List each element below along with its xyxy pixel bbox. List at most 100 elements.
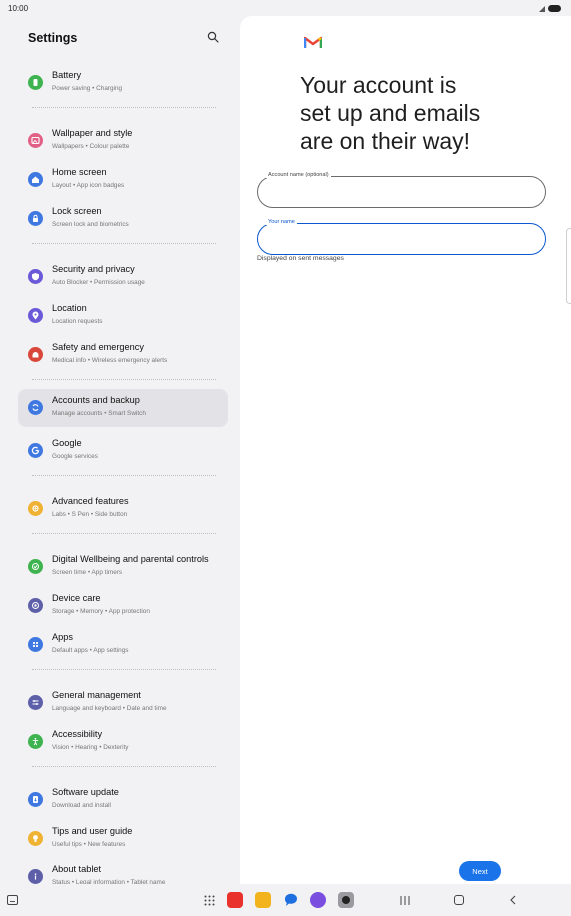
signal-icon [539, 6, 545, 12]
settings-pane: Settings Battery Power saving • Charging… [0, 16, 240, 886]
settings-item-title: About tablet [52, 864, 102, 874]
settings-item-title: Advanced features [52, 496, 129, 506]
settings-item-title: Software update [52, 787, 119, 797]
settings-item-subtitle: Medical info • Wireless emergency alerts [52, 357, 168, 364]
app-drawer-icon[interactable] [204, 895, 215, 906]
settings-item-safety[interactable]: Safety and emergency Medical info • Wire… [18, 336, 228, 374]
settings-item-wallpaper[interactable]: Wallpaper and style Wallpapers • Colour … [18, 122, 228, 160]
gmail-logo-icon [304, 36, 322, 48]
home-icon[interactable] [454, 895, 464, 905]
back-icon[interactable] [509, 895, 517, 905]
account-name-input[interactable] [258, 177, 545, 207]
settings-item-title: Apps [52, 632, 73, 642]
settings-item-subtitle: Labs • S Pen • Side button [52, 511, 128, 518]
settings-item-title: Accessibility [52, 729, 103, 739]
settings-item-subtitle: Screen lock and biometrics [52, 221, 129, 228]
settings-item-software-update[interactable]: Software update Download and install [18, 781, 228, 819]
settings-item-title: General management [52, 690, 141, 700]
settings-item-title: Lock screen [52, 206, 102, 216]
settings-item-title: Accounts and backup [52, 395, 140, 405]
settings-item-subtitle: Power saving • Charging [52, 85, 123, 92]
settings-item-accounts[interactable]: Accounts and backup Manage accounts • Sm… [18, 389, 228, 427]
lock-icon [28, 211, 43, 226]
wellbeing-icon [28, 559, 43, 574]
status-time: 10:00 [8, 4, 29, 13]
google-icon [28, 443, 43, 458]
settings-item-title: Wallpaper and style [52, 128, 133, 138]
settings-item-subtitle: Default apps • App settings [52, 647, 129, 654]
settings-item-subtitle: Layout • App icon badges [52, 182, 125, 189]
settings-item-title: Location [52, 303, 87, 313]
divider [32, 533, 216, 534]
wallpaper-icon [28, 133, 43, 148]
settings-item-lock-screen[interactable]: Lock screen Screen lock and biometrics [18, 200, 228, 238]
dock-app-internet[interactable] [310, 892, 326, 908]
settings-item-google[interactable]: Google Google services [18, 432, 228, 470]
settings-item-subtitle: Google services [52, 453, 98, 460]
divider [32, 669, 216, 670]
settings-item-general[interactable]: General management Language and keyboard… [18, 684, 228, 722]
next-button[interactable]: Next [459, 861, 501, 881]
account-name-field[interactable]: Account name (optional) [257, 172, 546, 208]
location-pin-icon [28, 308, 43, 323]
navigation-bar [0, 884, 571, 916]
settings-item-subtitle: Download and install [52, 802, 111, 809]
shield-icon [28, 269, 43, 284]
divider [32, 766, 216, 767]
dock-app-camera[interactable] [338, 892, 354, 908]
apps-icon [28, 637, 43, 652]
setup-heading: Your account is set up and emails are on… [300, 72, 481, 154]
settings-item-subtitle: Manage accounts • Smart Switch [52, 410, 146, 417]
settings-item-accessibility[interactable]: Accessibility Vision • Hearing • Dexteri… [18, 723, 228, 761]
settings-item-advanced[interactable]: Advanced features Labs • S Pen • Side bu… [18, 490, 228, 528]
dock-app-red[interactable] [227, 892, 243, 908]
update-icon [28, 792, 43, 807]
search-icon[interactable] [207, 31, 219, 43]
settings-item-title: Home screen [52, 167, 107, 177]
battery-status-icon [548, 5, 561, 12]
settings-item-tips[interactable]: Tips and user guide Useful tips • New fe… [18, 820, 228, 858]
settings-item-device-care[interactable]: Device care Storage • Memory • App prote… [18, 587, 228, 625]
settings-item-title: Tips and user guide [52, 826, 133, 836]
device-care-icon [28, 598, 43, 613]
your-name-field[interactable]: Your name [257, 219, 546, 255]
settings-item-title: Google [52, 438, 82, 448]
divider [32, 379, 216, 380]
sync-icon [28, 400, 43, 415]
dock-app-messages[interactable] [283, 892, 299, 908]
divider [32, 243, 216, 244]
gear-plus-icon [28, 501, 43, 516]
your-name-input[interactable] [258, 224, 545, 254]
edge-panel-handle[interactable] [566, 228, 571, 304]
settings-item-apps[interactable]: Apps Default apps • App settings [18, 626, 228, 664]
recents-icon[interactable] [400, 896, 410, 905]
status-bar: 10:00 [0, 0, 571, 16]
settings-item-title: Safety and emergency [52, 342, 144, 352]
home-screen-icon [28, 172, 43, 187]
settings-item-subtitle: Vision • Hearing • Dexterity [52, 744, 129, 751]
info-icon [28, 869, 43, 884]
keyboard-icon[interactable] [7, 895, 18, 905]
settings-item-subtitle: Wallpapers • Colour palette [52, 143, 130, 150]
settings-item-title: Device care [52, 593, 101, 603]
gmail-setup-pane: Your account is set up and emails are on… [240, 16, 571, 884]
settings-item-subtitle: Storage • Memory • App protection [52, 608, 150, 615]
divider [32, 107, 216, 108]
settings-item-wellbeing[interactable]: Digital Wellbeing and parental controls … [18, 548, 228, 586]
accessibility-icon [28, 734, 43, 749]
settings-item-security[interactable]: Security and privacy Auto Blocker • Perm… [18, 258, 228, 296]
your-name-helper-text: Displayed on sent messages [257, 255, 344, 262]
divider [32, 475, 216, 476]
settings-item-location[interactable]: Location Location requests [18, 297, 228, 335]
dock-app-folder[interactable] [255, 892, 271, 908]
messages-icon [284, 893, 297, 906]
emergency-icon [28, 347, 43, 362]
settings-item-battery[interactable]: Battery Power saving • Charging [18, 64, 228, 102]
bulb-icon [28, 831, 43, 846]
settings-item-home-screen[interactable]: Home screen Layout • App icon badges [18, 161, 228, 199]
settings-item-subtitle: Useful tips • New features [52, 841, 126, 848]
settings-title: Settings [28, 31, 78, 45]
camera-icon [342, 896, 350, 904]
settings-item-subtitle: Language and keyboard • Date and time [52, 705, 167, 712]
battery-icon [28, 75, 43, 90]
